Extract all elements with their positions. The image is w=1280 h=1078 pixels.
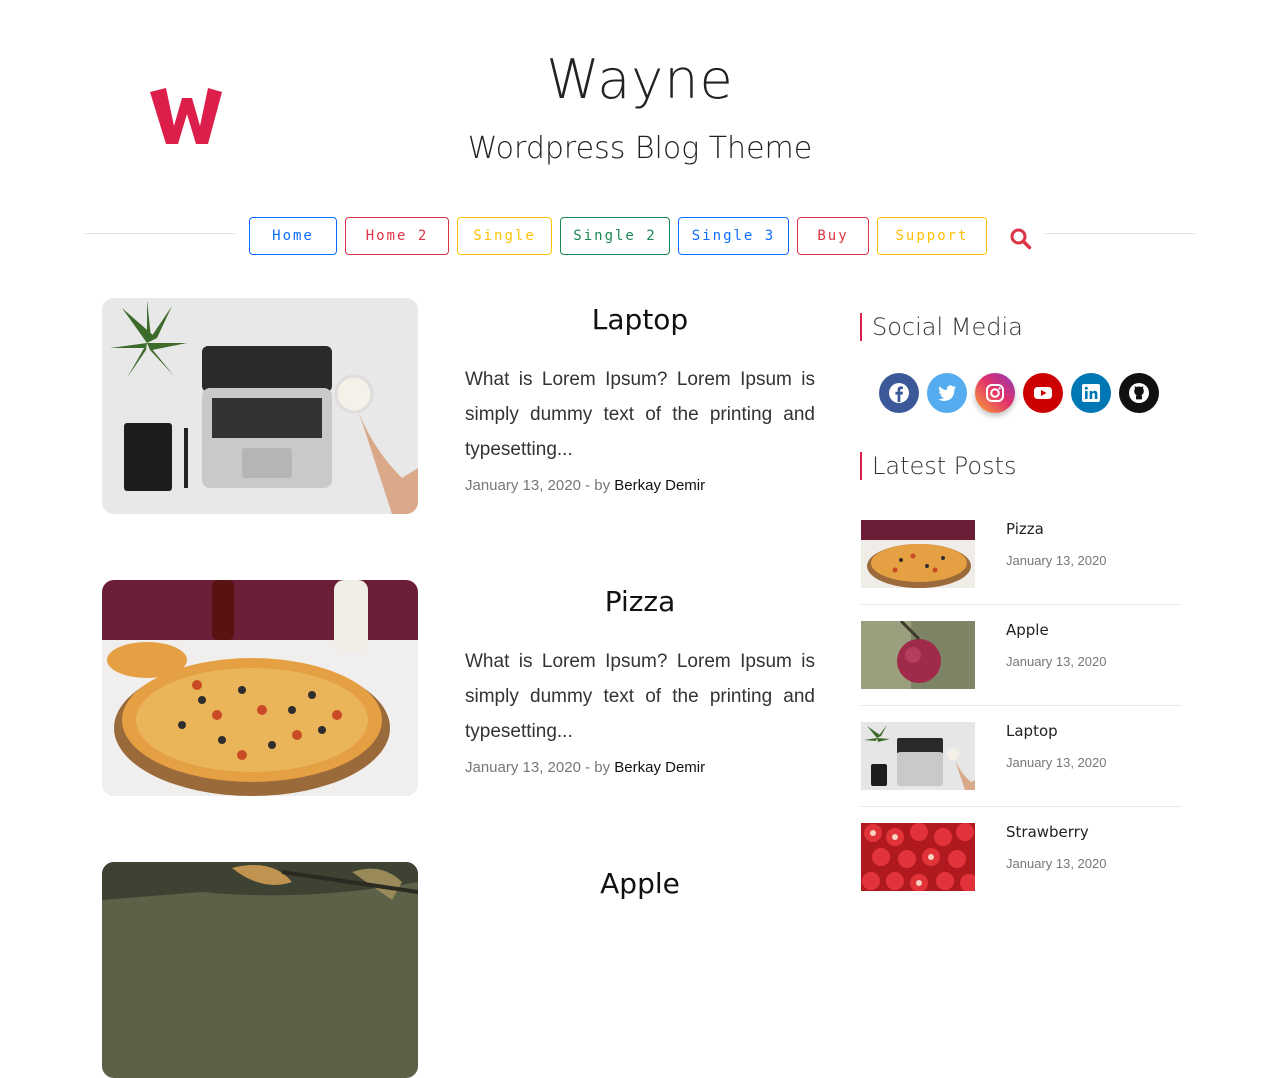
pizza-photo xyxy=(102,580,418,796)
latest-post-thumb-laptop[interactable] xyxy=(861,722,975,790)
latest-post-item[interactable]: Laptop January 13, 2020 xyxy=(861,722,1181,790)
apple-photo xyxy=(102,862,418,1078)
search-button[interactable] xyxy=(1008,226,1034,252)
site-tagline: Wordpress Blog Theme xyxy=(467,131,813,166)
latest-post-thumb-pizza[interactable] xyxy=(861,520,975,588)
post-excerpt-laptop: What is Lorem Ipsum? Lorem Ipsum is simp… xyxy=(465,369,815,460)
github-icon xyxy=(1129,383,1149,403)
divider xyxy=(861,604,1181,605)
twitter-button[interactable] xyxy=(927,373,967,413)
laptop-photo xyxy=(102,298,418,514)
post-excerpt-pizza: What is Lorem Ipsum? Lorem Ipsum is simp… xyxy=(465,651,815,742)
post-by: - by xyxy=(580,477,615,494)
nav-item-home-2[interactable]: Home 2 xyxy=(345,217,449,255)
latest-post-title[interactable]: Laptop xyxy=(1006,722,1058,740)
site-title[interactable]: Wayne xyxy=(0,48,1280,111)
facebook-button[interactable] xyxy=(879,373,919,413)
post-author-link[interactable]: Berkay Demir xyxy=(614,477,705,494)
search-icon xyxy=(1010,228,1032,250)
facebook-icon xyxy=(889,383,909,403)
latest-post-date: January 13, 2020 xyxy=(1006,856,1107,871)
widget-title-latest-posts: Latest Posts xyxy=(860,452,1017,480)
post-date: January 13, 2020 xyxy=(465,477,581,494)
latest-post-title[interactable]: Pizza xyxy=(1006,520,1044,538)
post-author-link[interactable]: Berkay Demir xyxy=(614,759,705,776)
latest-post-thumb-apple[interactable] xyxy=(861,621,975,689)
main-navigation: Home Home 2 Single Single 2 Single 3 Buy… xyxy=(0,217,1280,257)
apple-thumb xyxy=(861,621,975,689)
latest-post-item[interactable]: Apple January 13, 2020 xyxy=(861,621,1181,689)
post-by: - by xyxy=(580,759,615,776)
post-meta-laptop: January 13, 2020 - by Berkay Demir xyxy=(465,477,815,494)
linkedin-icon xyxy=(1082,384,1100,402)
latest-post-title[interactable]: Strawberry xyxy=(1006,823,1089,841)
latest-post-thumb-strawberry[interactable] xyxy=(861,823,975,891)
latest-post-date: January 13, 2020 xyxy=(1006,654,1107,669)
laptop-thumb xyxy=(861,722,975,790)
post-image-laptop[interactable] xyxy=(102,298,418,514)
post-image-pizza[interactable] xyxy=(102,580,418,796)
strawberry-thumb xyxy=(861,823,975,891)
youtube-icon xyxy=(1034,387,1052,399)
divider xyxy=(861,705,1181,706)
latest-post-date: January 13, 2020 xyxy=(1006,553,1107,568)
nav-item-single-3[interactable]: Single 3 xyxy=(678,217,789,255)
post-title-pizza[interactable]: Pizza xyxy=(465,585,815,618)
divider xyxy=(861,806,1181,807)
nav-item-single[interactable]: Single xyxy=(457,217,552,255)
pizza-thumb xyxy=(861,520,975,588)
nav-item-buy[interactable]: Buy xyxy=(797,217,869,255)
instagram-button[interactable] xyxy=(975,373,1015,413)
nav-item-home[interactable]: Home xyxy=(249,217,337,255)
linkedin-button[interactable] xyxy=(1071,373,1111,413)
youtube-button[interactable] xyxy=(1023,373,1063,413)
post-meta-pizza: January 13, 2020 - by Berkay Demir xyxy=(465,759,815,776)
latest-post-item[interactable]: Strawberry January 13, 2020 xyxy=(861,823,1181,891)
widget-title-social: Social Media xyxy=(860,313,1023,341)
nav-item-single-2[interactable]: Single 2 xyxy=(560,217,670,255)
latest-post-title[interactable]: Apple xyxy=(1006,621,1049,639)
twitter-icon xyxy=(938,385,956,401)
latest-post-date: January 13, 2020 xyxy=(1006,755,1107,770)
post-title-laptop[interactable]: Laptop xyxy=(465,303,815,336)
post-image-apple[interactable] xyxy=(102,862,418,1078)
post-date: January 13, 2020 xyxy=(465,759,581,776)
latest-post-item[interactable]: Pizza January 13, 2020 xyxy=(861,520,1181,588)
instagram-icon xyxy=(986,384,1004,402)
github-button[interactable] xyxy=(1119,373,1159,413)
post-title-apple[interactable]: Apple xyxy=(465,867,815,900)
nav-item-support[interactable]: Support xyxy=(877,217,987,255)
